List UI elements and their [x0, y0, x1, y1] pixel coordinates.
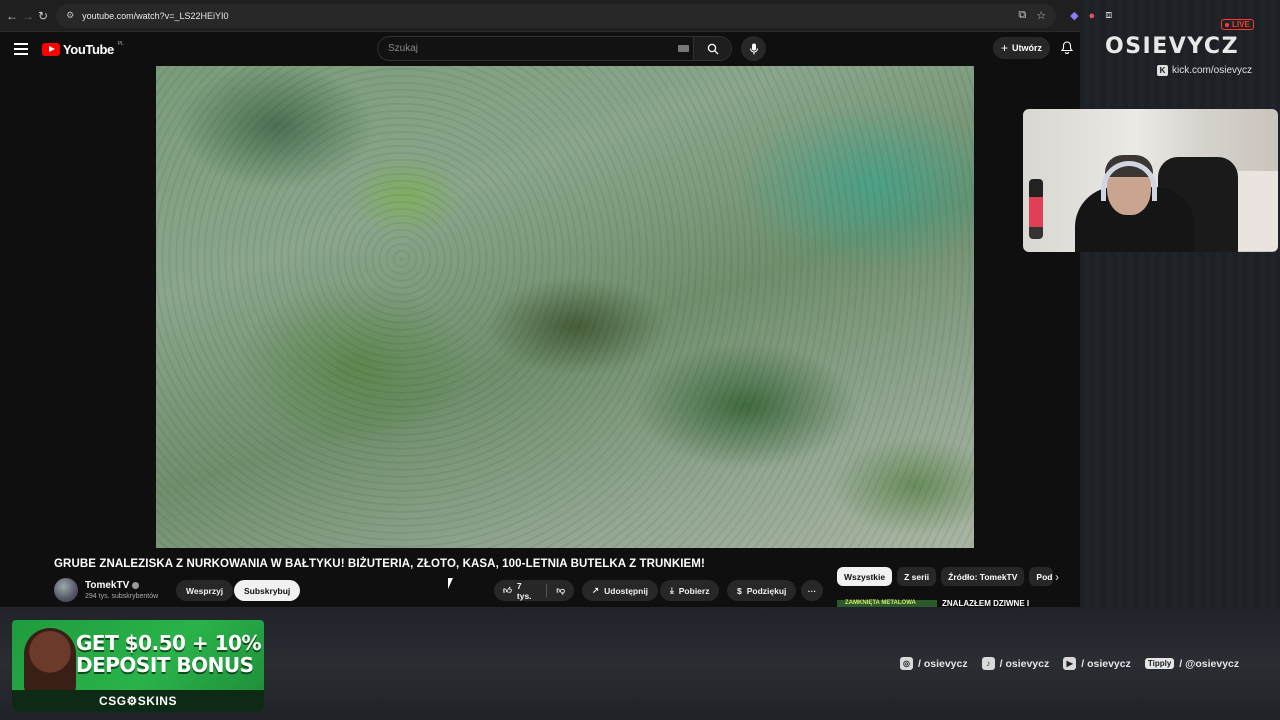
bookmark-star-icon[interactable]: ☆: [1036, 9, 1046, 22]
download-label: Pobierz: [678, 585, 710, 596]
social-tipply: Tipply / @osievycz: [1144, 657, 1240, 670]
chip-source[interactable]: Źródło: TomekTV: [941, 567, 1025, 586]
like-count: 7 tys.: [516, 580, 532, 601]
site-info-icon[interactable]: ⚙: [66, 10, 74, 21]
subscriber-count: 294 tys. subskrybentów: [85, 593, 159, 600]
chip-all[interactable]: Wszystkie: [837, 567, 893, 586]
divider: [546, 584, 548, 597]
thumbs-up-icon: 👍︎: [503, 585, 512, 595]
extension-icon[interactable]: ●: [1089, 10, 1096, 22]
sponsor-banner: GET $0.50 + 10% DEPOSIT BONUS CSG⚙SKINS: [12, 620, 264, 712]
ad-headline: GET $0.50 + 10%: [76, 631, 262, 655]
share-button[interactable]: ↗ Udostępnij: [582, 580, 659, 601]
thanks-label: Podziękuj: [746, 585, 787, 596]
tiktok-icon: ♪: [981, 657, 995, 670]
chip-series[interactable]: Z serii: [897, 567, 937, 586]
download-icon: ⤓: [670, 585, 674, 595]
thumbs-down-icon[interactable]: 👎︎: [556, 585, 565, 596]
create-label: Utwórz: [1012, 43, 1043, 53]
extensions-area: ◆ ● ⧈: [1070, 9, 1112, 22]
video-player[interactable]: [156, 66, 974, 548]
browser-toolbar: ← → ↻ ⚙ youtube.com/watch?v=_LS22HEiYI0 …: [0, 0, 1112, 32]
ad-brand: CSG⚙SKINS: [12, 690, 264, 712]
url-text: youtube.com/watch?v=_LS22HEiYI0: [82, 10, 229, 21]
social-handle: / osievycz: [999, 657, 1050, 670]
puzzle-icon[interactable]: ⧈: [1105, 9, 1112, 22]
region-code: PL: [117, 41, 124, 47]
kick-icon: K: [1157, 65, 1168, 76]
thanks-button[interactable]: $ Podziękuj: [727, 580, 797, 601]
kick-link: K kick.com/osievycz: [1157, 65, 1252, 76]
like-button[interactable]: 👍︎ 7 tys.: [503, 581, 535, 601]
channel-text: TomekTV 294 tys. subskrybentów: [85, 580, 158, 600]
live-dot-icon: [1225, 22, 1229, 27]
download-button[interactable]: ⤓ Pobierz: [660, 580, 720, 601]
social-handle: / osievycz: [1081, 657, 1131, 670]
microphone-icon: [749, 43, 758, 54]
tipply-icon: Tipply: [1144, 658, 1175, 669]
thanks-icon: $: [737, 585, 742, 596]
verified-check-icon: [132, 581, 140, 589]
chip-related[interactable]: Pod: [1029, 567, 1054, 586]
instagram-icon: ◎: [900, 657, 913, 670]
search-placeholder: Szukaj: [388, 43, 419, 54]
live-badge: LIVE: [1221, 19, 1254, 30]
video-title: GRUBE ZNALEZISKA Z NURKOWANIA W BAŁTYKU!…: [54, 558, 705, 570]
mascot-image: [24, 628, 76, 696]
notifications-bell-icon[interactable]: [1060, 41, 1074, 59]
streamer-brand: OSIEVYCZ: [1105, 34, 1240, 59]
more-actions-button[interactable]: ···: [801, 580, 823, 601]
kick-handle: kick.com/osievycz: [1172, 65, 1253, 76]
address-actions: ⧉ ☆: [1018, 9, 1046, 22]
live-label: LIVE: [1232, 20, 1250, 29]
ad-subheadline: DEPOSIT BONUS: [76, 653, 254, 677]
chevron-right-icon[interactable]: ›: [1055, 570, 1059, 584]
social-youtube: ▶ / osievycz: [1063, 657, 1131, 670]
back-icon[interactable]: ←: [6, 5, 18, 27]
youtube-icon: ▶: [1063, 657, 1077, 670]
voice-search-button[interactable]: [741, 36, 766, 61]
forward-icon[interactable]: →: [22, 5, 34, 27]
recommendation-chips: Wszystkie Z serii Źródło: TomekTV Pod: [837, 567, 1054, 586]
video-info: GRUBE ZNALEZISKA Z NURKOWANIA W BAŁTYKU!…: [0, 548, 1080, 607]
social-instagram: ◎ / osievycz: [900, 657, 968, 670]
search-input[interactable]: Szukaj: [377, 36, 732, 61]
search-button[interactable]: [693, 37, 731, 60]
channel-name[interactable]: TomekTV: [85, 580, 158, 591]
extension-icon[interactable]: ◆: [1070, 9, 1078, 22]
reload-icon[interactable]: ↻: [38, 5, 48, 27]
webcam-feed: [1023, 109, 1278, 252]
social-handle: / osievycz: [918, 657, 968, 670]
join-button[interactable]: Wesprzyj: [176, 580, 234, 601]
share-label: Udostępnij: [604, 585, 649, 596]
plus-icon: +: [1001, 41, 1009, 55]
menu-icon[interactable]: [14, 43, 28, 55]
keyboard-icon[interactable]: [678, 45, 689, 52]
channel-info: TomekTV 294 tys. subskrybentów: [54, 578, 158, 602]
address-bar[interactable]: ⚙ youtube.com/watch?v=_LS22HEiYI0 ⧉ ☆: [56, 3, 1057, 28]
like-dislike-group: 👍︎ 7 tys. 👎︎: [494, 580, 574, 601]
stream-scene: ← → ↻ ⚙ youtube.com/watch?v=_LS22HEiYI0 …: [0, 0, 1280, 720]
install-icon[interactable]: ⧉: [1018, 9, 1026, 22]
social-handle: / @osievycz: [1179, 657, 1240, 670]
youtube-logo-text: YouTube: [63, 41, 114, 57]
social-links: ◎ / osievycz ♪ / osievycz ▶ / osievycz T…: [900, 657, 1239, 670]
share-icon: ↗: [592, 585, 600, 595]
browser-window: ← → ↻ ⚙ youtube.com/watch?v=_LS22HEiYI0 …: [0, 0, 1112, 607]
create-button[interactable]: + Utwórz: [993, 37, 1051, 59]
recommended-thumbnail: ZAMKNIĘTA METALOWA: [837, 600, 937, 607]
search-icon: [707, 43, 718, 54]
youtube-logo[interactable]: YouTube PL: [42, 41, 124, 57]
recommended-video[interactable]: ZAMKNIĘTA METALOWA ZNALAZŁEM DZIWNE I: [837, 600, 1029, 607]
social-tiktok: ♪ / osievycz: [981, 657, 1050, 670]
subscribe-button[interactable]: Subskrybuj: [234, 580, 301, 601]
channel-avatar[interactable]: [54, 578, 78, 602]
youtube-play-icon: [42, 42, 60, 56]
youtube-header: YouTube PL Szukaj: [0, 32, 1080, 66]
mouse-cursor-icon: [448, 578, 453, 589]
webcam-bottle: [1029, 179, 1043, 239]
recommended-title: ZNALAZŁEM DZIWNE I: [942, 600, 1030, 607]
